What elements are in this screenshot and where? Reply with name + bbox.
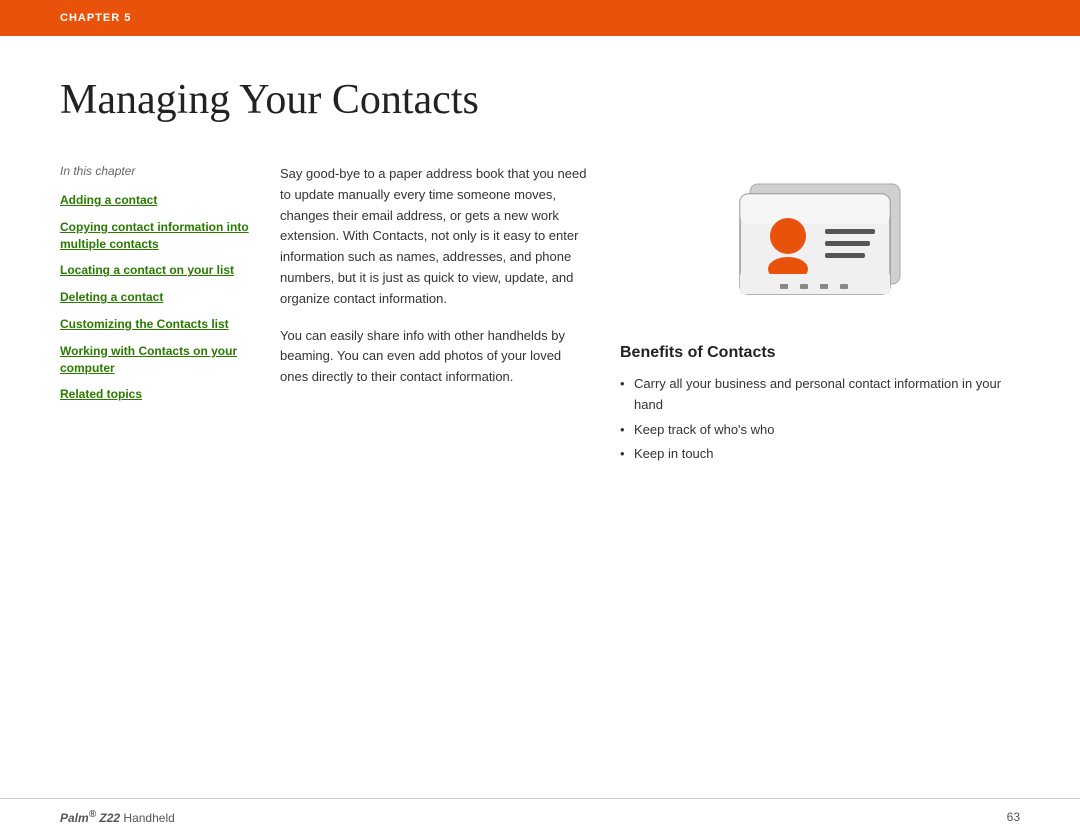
benefit-item-1: Carry all your business and personal con… xyxy=(620,374,1020,416)
toc-link-working-with-contacts[interactable]: Working with Contacts on your computer xyxy=(60,343,260,377)
main-content: Managing Your Contacts In this chapter A… xyxy=(0,36,1080,499)
benefits-title: Benefits of Contacts xyxy=(620,344,1020,362)
footer-product-suffix: Handheld xyxy=(123,811,174,825)
chapter-label: CHAPTER 5 xyxy=(60,12,131,24)
paragraph-2: You can easily share info with other han… xyxy=(280,326,590,388)
toc-link-related-topics[interactable]: Related topics xyxy=(60,386,260,403)
benefits-section: Benefits of Contacts Carry all your busi… xyxy=(620,344,1020,469)
toc-link-customizing-contacts[interactable]: Customizing the Contacts list xyxy=(60,316,260,333)
in-this-chapter-label: In this chapter xyxy=(60,164,260,178)
right-column: Benefits of Contacts Carry all your busi… xyxy=(620,164,1020,469)
footer-product: Palm® Z22 Handheld xyxy=(60,809,175,825)
header-bar: CHAPTER 5 xyxy=(0,0,1080,36)
footer-product-name: Palm® Z22 xyxy=(60,811,120,825)
benefits-list: Carry all your business and personal con… xyxy=(620,374,1020,465)
footer-page-number: 63 xyxy=(1007,810,1020,824)
toc-link-copying-contact[interactable]: Copying contact information into multipl… xyxy=(60,219,260,253)
contact-card-illustration xyxy=(720,164,920,324)
footer: Palm® Z22 Handheld 63 xyxy=(0,798,1080,834)
benefit-item-3: Keep in touch xyxy=(620,444,1020,465)
columns-layout: In this chapter Adding a contact Copying… xyxy=(60,164,1020,469)
toc-link-deleting-contact[interactable]: Deleting a contact xyxy=(60,289,260,306)
toc-link-locating-contact[interactable]: Locating a contact on your list xyxy=(60,262,260,279)
paragraph-1: Say good-bye to a paper address book tha… xyxy=(280,164,590,310)
middle-column: Say good-bye to a paper address book tha… xyxy=(280,164,620,404)
toc-link-adding-contact[interactable]: Adding a contact xyxy=(60,192,260,209)
page-title: Managing Your Contacts xyxy=(60,76,1020,124)
benefit-item-2: Keep track of who's who xyxy=(620,420,1020,441)
left-column: In this chapter Adding a contact Copying… xyxy=(60,164,280,413)
